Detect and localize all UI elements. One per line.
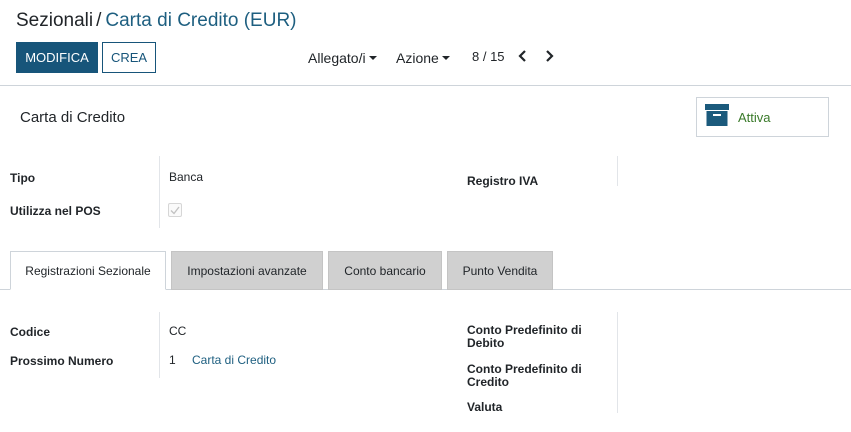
prossimo-numero-label: Prossimo Numero <box>10 354 114 368</box>
field-divider <box>617 312 618 413</box>
attachments-dropdown-label: Allegato/i <box>308 50 366 66</box>
tab-registrazioni-sezionale[interactable]: Registrazioni Sezionale <box>10 251 166 290</box>
breadcrumb: Sezionali / Carta di Credito (EUR) <box>16 10 297 32</box>
sheet-title: Carta di Credito <box>20 109 126 126</box>
pager-value[interactable]: 8 / 15 <box>472 49 505 64</box>
pos-checkbox[interactable] <box>168 203 182 217</box>
prossimo-numero-link[interactable]: Carta di Credito <box>192 353 276 367</box>
archive-icon <box>705 103 729 131</box>
active-toggle-label: Attiva <box>738 109 771 125</box>
conto-debito-label-line1: Conto Predefinito di <box>467 323 582 337</box>
action-dropdown-label: Azione <box>396 50 439 66</box>
registro-iva-label: Registro IVA <box>467 174 539 188</box>
field-divider <box>617 156 618 186</box>
field-divider <box>159 312 160 378</box>
breadcrumb-current: Carta di Credito (EUR) <box>105 10 297 31</box>
form-sheet: Carta di Credito Attiva Tipo Banca Utili… <box>0 86 851 432</box>
breadcrumb-separator: / <box>96 10 102 31</box>
tab-impostazioni-avanzate[interactable]: Impostazioni avanzate <box>171 251 323 290</box>
field-divider <box>159 156 160 228</box>
action-dropdown[interactable]: Azione <box>396 50 450 66</box>
chevron-right-icon[interactable] <box>541 48 557 64</box>
conto-debito-label-line2: Debito <box>467 336 505 350</box>
attachments-dropdown[interactable]: Allegato/i <box>308 50 377 66</box>
pos-label: Utilizza nel POS <box>10 204 101 218</box>
tipo-label: Tipo <box>10 171 36 185</box>
valuta-label: Valuta <box>467 400 503 414</box>
edit-button[interactable]: MODIFICA <box>16 42 98 73</box>
caret-down-icon <box>441 56 450 61</box>
tipo-value: Banca <box>169 170 204 184</box>
tab-conto-bancario[interactable]: Conto bancario <box>328 251 442 290</box>
chevron-left-icon[interactable] <box>515 48 531 64</box>
tab-punto-vendita[interactable]: Punto Vendita <box>447 251 553 290</box>
conto-credito-label-line2: Credito <box>467 375 509 389</box>
codice-value: CC <box>169 324 187 338</box>
control-panel: Sezionali / Carta di Credito (EUR) MODIFIC… <box>0 0 851 86</box>
caret-down-icon <box>368 56 377 61</box>
prossimo-numero-value: 1 <box>169 353 176 367</box>
codice-label: Codice <box>10 325 51 339</box>
create-button[interactable]: CREA <box>102 42 156 73</box>
active-toggle-button[interactable]: Attiva <box>696 97 829 137</box>
breadcrumb-root[interactable]: Sezionali <box>16 10 93 31</box>
conto-credito-label-line1: Conto Predefinito di <box>467 362 582 376</box>
